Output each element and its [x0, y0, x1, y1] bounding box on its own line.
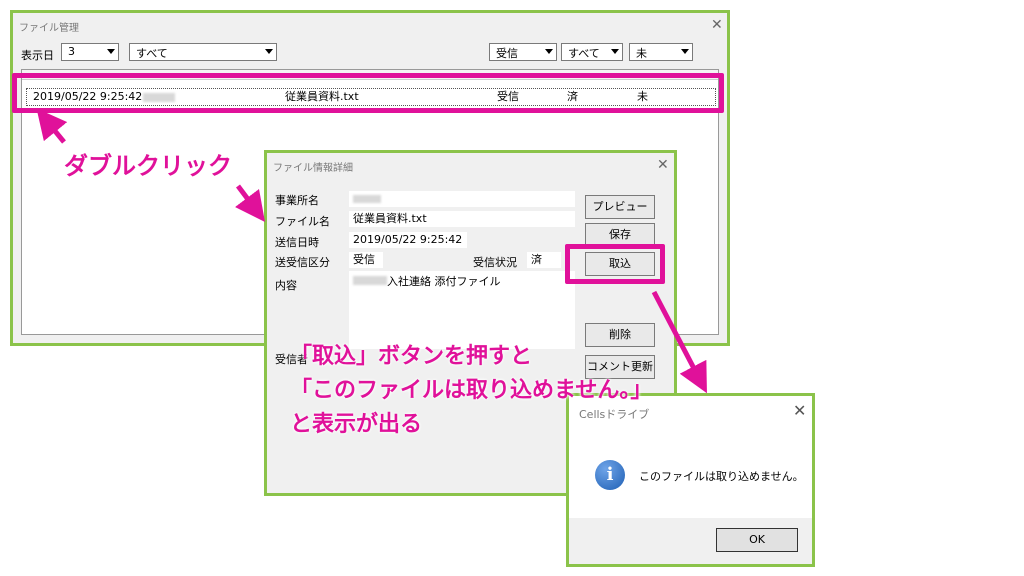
arrow-to-msgbox [651, 290, 707, 394]
arrow-to-detail [235, 184, 265, 222]
annotation-arrows [36, 108, 707, 394]
arrow-to-row [36, 108, 68, 144]
